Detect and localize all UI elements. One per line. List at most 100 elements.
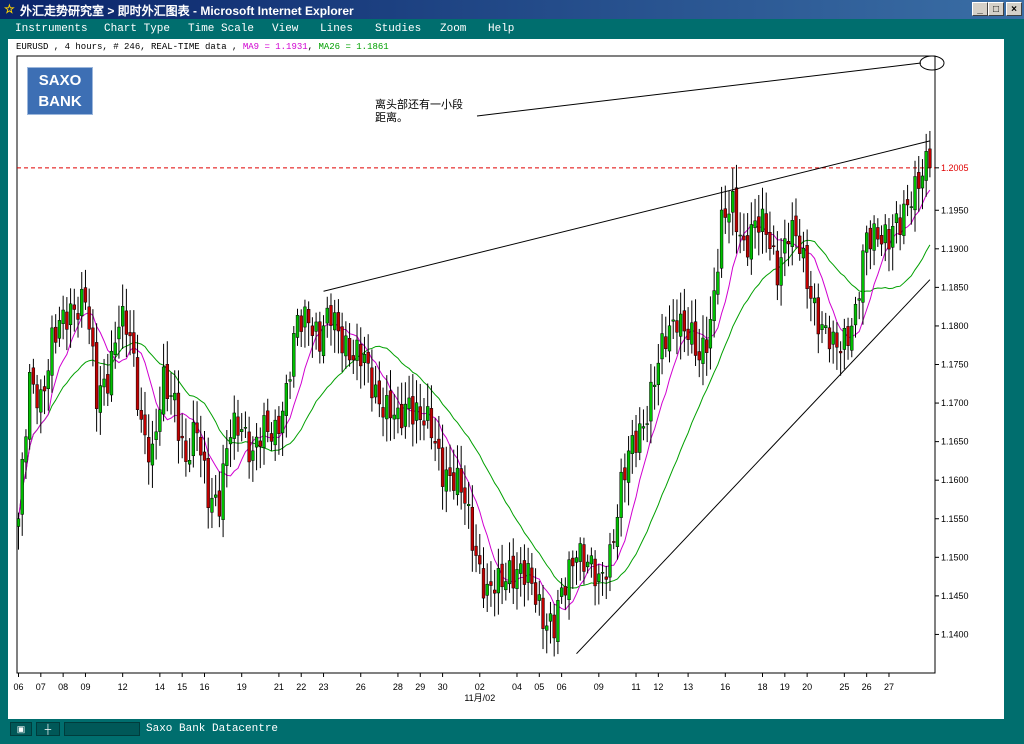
candle-body — [195, 422, 199, 434]
candle-body — [355, 339, 359, 361]
candle-body — [117, 326, 121, 340]
candle-body — [682, 310, 687, 332]
candle-body — [652, 384, 657, 387]
annotation-line1: 离头部还有一小段 — [375, 99, 463, 111]
candle-body — [247, 431, 251, 463]
candle-body — [731, 191, 735, 213]
candle-body — [541, 597, 545, 629]
x-tick-label: 20 — [802, 682, 812, 692]
candle-body — [221, 463, 225, 520]
candle-body — [173, 392, 177, 401]
candle-body — [634, 430, 638, 453]
candle-body — [586, 561, 590, 568]
trend-line — [323, 140, 931, 292]
annotation-pointer — [476, 62, 922, 117]
candle-body — [723, 208, 727, 218]
candlestick-chart[interactable]: 1.1400 1.1450 1.1500 1.1550 1.1600 1.1650 1.17… — [0, 0, 1024, 744]
print-icon[interactable]: ▣ — [10, 722, 32, 736]
candle-body — [243, 427, 248, 429]
candle-body — [604, 576, 608, 580]
annotation-line2: 距离。 — [375, 112, 408, 124]
y-tick-label: 1.1750 — [941, 360, 969, 370]
x-tick-label: 02 — [475, 682, 485, 692]
candle-body — [530, 567, 534, 584]
y-tick-label: 1.1950 — [941, 205, 969, 215]
candle-body — [474, 545, 478, 556]
candle-body — [463, 487, 467, 504]
plot-frame — [16, 55, 936, 674]
candle-body — [608, 544, 612, 578]
candle-body — [128, 332, 132, 337]
candle-body — [28, 372, 32, 440]
candle-body — [80, 288, 84, 317]
candle-body — [202, 451, 207, 461]
candle-body — [827, 327, 832, 350]
y-tick-label: 1.1700 — [941, 398, 969, 408]
x-tick-label: 09 — [80, 682, 90, 692]
candle-body — [872, 223, 876, 251]
candle-body — [336, 312, 341, 332]
saxo-bank-logo: SAXO BANK — [27, 67, 93, 115]
y-tick-label: 1.2005 — [941, 163, 969, 173]
candle-body — [809, 285, 813, 299]
candle-body — [794, 215, 798, 237]
candle-body — [273, 419, 277, 446]
candle-body — [452, 472, 456, 491]
candle-body — [496, 568, 501, 594]
crosshair-icon[interactable]: ┼ — [36, 722, 60, 736]
candle-body — [846, 326, 850, 346]
x-tick-label: 21 — [274, 682, 284, 692]
candle-body — [481, 568, 486, 599]
candle-body — [344, 335, 348, 357]
y-tick-label: 1.1500 — [941, 552, 969, 562]
candle-body — [645, 423, 649, 425]
candle-body — [574, 557, 579, 563]
candle-body — [295, 315, 300, 338]
x-tick-label: 05 — [534, 682, 544, 692]
candle-body — [853, 303, 858, 326]
candle-body — [109, 350, 114, 396]
candle-body — [898, 217, 902, 235]
candle-body — [727, 213, 731, 223]
candle-body — [366, 351, 370, 364]
x-tick-label: 18 — [757, 682, 767, 692]
candle-body — [519, 563, 523, 574]
candle-body — [559, 587, 564, 597]
candle-body — [210, 497, 214, 513]
candle-body — [251, 450, 255, 461]
candle-body — [526, 563, 530, 583]
candle-body — [716, 271, 720, 295]
candle-body — [861, 250, 865, 303]
candle-body — [619, 471, 623, 518]
candle-body — [303, 306, 307, 328]
candle-body — [638, 423, 642, 453]
candle-body — [266, 410, 270, 432]
candle-body — [206, 457, 210, 508]
candle-body — [798, 235, 802, 254]
candle-body — [701, 337, 705, 364]
candle-body — [91, 327, 95, 347]
x-tick-label: 30 — [438, 682, 448, 692]
candle-body — [35, 384, 39, 409]
candle-body — [820, 324, 824, 330]
candle-body — [626, 450, 631, 483]
candle-body — [414, 402, 419, 421]
candle-body — [693, 321, 698, 356]
candle-body — [385, 395, 389, 420]
candle-body — [760, 208, 765, 232]
candles — [16, 130, 932, 657]
x-tick-label: 29 — [415, 682, 425, 692]
candle-body — [563, 586, 567, 596]
candle-body — [187, 460, 192, 465]
candle-body — [165, 364, 169, 399]
x-tick-label: 08 — [58, 682, 68, 692]
candle-body — [225, 448, 229, 466]
x-tick-label: 23 — [319, 682, 329, 692]
x-tick-label: 12 — [653, 682, 663, 692]
x-tick-label: 06 — [13, 682, 23, 692]
candle-body — [318, 321, 322, 352]
candle-body — [68, 303, 73, 326]
candle-body — [422, 420, 426, 426]
candle-body — [686, 328, 690, 340]
x-tick-label: 19 — [780, 682, 790, 692]
